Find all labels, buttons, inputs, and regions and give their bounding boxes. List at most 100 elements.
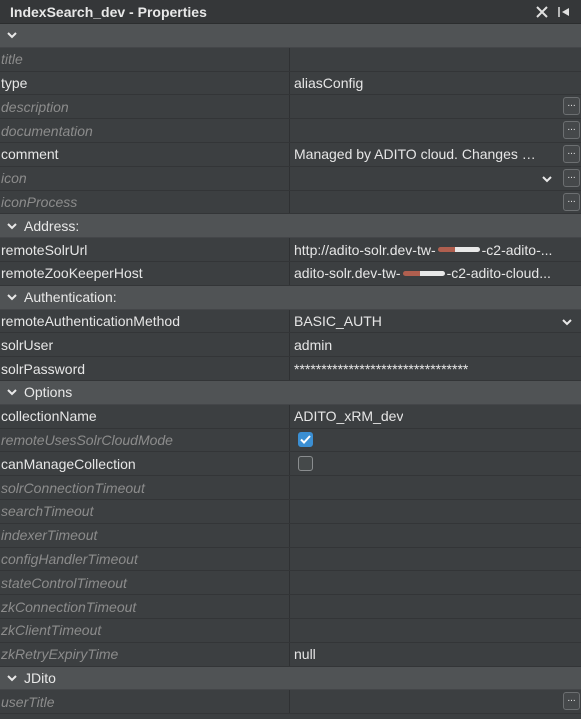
property-value[interactable]: ...	[290, 119, 581, 142]
close-icon[interactable]	[533, 3, 551, 21]
property-key: remoteUsesSolrCloudMode	[0, 428, 290, 452]
property-value[interactable]	[290, 548, 581, 571]
group-label: Options	[24, 384, 73, 401]
property-row-remoteusessolrcloudmode[interactable]: remoteUsesSolrCloudMode	[0, 428, 581, 453]
host-value: adito-solr.dev-tw- -c2-adito-cloud...	[294, 265, 551, 282]
property-row-zkconnectiontimeout[interactable]: zkConnectionTimeout	[0, 595, 581, 619]
property-value[interactable]: http://adito-solr.dev-tw- -c2-adito-...	[290, 238, 581, 261]
property-row-description[interactable]: description ...	[0, 95, 581, 120]
group-label: JDito	[24, 669, 56, 686]
property-key: indexerTimeout	[0, 523, 290, 547]
property-row-indexertimeout[interactable]: indexerTimeout	[0, 523, 581, 548]
property-value[interactable]: Managed by ADITO cloud. Changes will be …	[290, 143, 581, 166]
property-key: configHandlerTimeout	[0, 547, 290, 571]
chevron-down-icon[interactable]	[6, 290, 20, 304]
property-row-searchtimeout[interactable]: searchTimeout	[0, 499, 581, 524]
property-row-icon[interactable]: icon ...	[0, 166, 581, 191]
property-value[interactable]: ...	[290, 690, 581, 713]
auth-method-select[interactable]: BASIC_AUTH	[290, 310, 581, 333]
group-header-options[interactable]: Options	[0, 380, 581, 405]
property-value[interactable]: ...	[290, 191, 581, 214]
redacted-mark	[437, 247, 480, 253]
property-key: solrConnectionTimeout	[0, 476, 290, 499]
property-row-solruser[interactable]: solrUser admin	[0, 333, 581, 358]
ellipsis-button[interactable]: ...	[563, 168, 580, 187]
manage-collection-checkbox[interactable]	[298, 456, 313, 472]
property-row-zkclienttimeout[interactable]: zkClientTimeout	[0, 618, 581, 643]
group-header-address[interactable]: Address:	[0, 214, 581, 239]
property-key: collectionName	[0, 404, 290, 428]
property-row-documentation[interactable]: documentation ...	[0, 119, 581, 143]
property-value[interactable]: admin	[290, 333, 581, 356]
property-row-type[interactable]: type aliasConfig	[0, 71, 581, 96]
group-header-general[interactable]	[0, 24, 581, 48]
minimize-icon[interactable]	[555, 3, 573, 21]
property-key: solrUser	[0, 333, 290, 357]
url-value: http://adito-solr.dev-tw- -c2-adito-...	[294, 241, 553, 258]
group-label: Address:	[24, 217, 80, 234]
property-key: remoteZooKeeperHost	[0, 261, 290, 285]
property-value[interactable]	[290, 595, 581, 618]
property-key: remoteSolrUrl	[0, 238, 290, 261]
property-value[interactable]	[290, 48, 581, 71]
ellipsis-button[interactable]: ...	[563, 192, 580, 211]
ellipsis-button[interactable]: ...	[563, 121, 580, 140]
property-row-remotezookeeperhost[interactable]: remoteZooKeeperHost adito-solr.dev-tw- -…	[0, 261, 581, 286]
property-value[interactable]: ...	[290, 95, 581, 118]
chevron-down-icon[interactable]	[6, 385, 20, 399]
property-key: zkClientTimeout	[0, 618, 290, 642]
property-value[interactable]: aliasConfig	[290, 72, 581, 95]
property-value[interactable]: ...	[290, 167, 581, 190]
group-header-jdito[interactable]: JDito	[0, 666, 581, 691]
property-value[interactable]: adito-solr.dev-tw- -c2-adito-cloud...	[290, 262, 581, 285]
redacted-mark	[402, 270, 445, 276]
property-row-confighandlertimeout[interactable]: configHandlerTimeout	[0, 547, 581, 572]
property-key: iconProcess	[0, 190, 290, 214]
solrcloud-mode-checkbox[interactable]	[298, 432, 313, 448]
property-row-title[interactable]: title	[0, 47, 581, 72]
property-key: documentation	[0, 119, 290, 142]
property-row-canmanagecollection[interactable]: canManageCollection	[0, 452, 581, 477]
chevron-down-icon[interactable]	[6, 219, 20, 233]
property-key: icon	[0, 166, 290, 190]
property-key: title	[0, 47, 290, 71]
property-value	[290, 429, 581, 452]
ellipsis-button[interactable]: ...	[563, 97, 580, 116]
property-key: searchTimeout	[0, 499, 290, 523]
property-value[interactable]	[290, 500, 581, 523]
property-row-remotesolrurl[interactable]: remoteSolrUrl http://adito-solr.dev-tw- …	[0, 238, 581, 262]
property-key: type	[0, 71, 290, 95]
property-value[interactable]	[290, 524, 581, 547]
property-row-usertitle[interactable]: userTitle ...	[0, 690, 581, 715]
property-row-solrpassword[interactable]: solrPassword ***************************…	[0, 357, 581, 381]
property-value[interactable]	[290, 571, 581, 594]
property-key: solrPassword	[0, 357, 290, 380]
ellipsis-button[interactable]: ...	[563, 692, 580, 711]
group-label: Authentication:	[24, 289, 117, 306]
property-key: comment	[0, 142, 290, 166]
property-row-collectionname[interactable]: collectionName ADITO_xRM_dev	[0, 404, 581, 429]
property-key: description	[0, 95, 290, 119]
ellipsis-button[interactable]: ...	[563, 144, 580, 163]
chevron-down-icon[interactable]	[561, 315, 573, 327]
property-row-zkretryexpirytime[interactable]: zkRetryExpiryTime null	[0, 642, 581, 667]
group-header-authentication[interactable]: Authentication:	[0, 285, 581, 310]
property-value	[290, 452, 581, 475]
property-value[interactable]	[290, 476, 581, 499]
property-value[interactable]: null	[290, 643, 581, 666]
property-key: userTitle	[0, 690, 290, 714]
property-key: stateControlTimeout	[0, 571, 290, 595]
property-row-statecontroltimeout[interactable]: stateControlTimeout	[0, 571, 581, 596]
property-row-solrconnectiontimeout[interactable]: solrConnectionTimeout	[0, 476, 581, 500]
chevron-down-icon[interactable]	[6, 671, 20, 685]
property-row-iconprocess[interactable]: iconProcess ...	[0, 190, 581, 215]
password-field[interactable]: ********************************	[290, 357, 581, 380]
property-value[interactable]: ADITO_xRM_dev	[290, 405, 581, 428]
property-row-remoteauthenticationmethod[interactable]: remoteAuthenticationMethod BASIC_AUTH	[0, 309, 581, 334]
property-row-comment[interactable]: comment Managed by ADITO cloud. Changes …	[0, 142, 581, 167]
properties-titlebar: IndexSearch_dev - Properties	[0, 0, 581, 24]
property-value[interactable]	[290, 619, 581, 642]
property-key: canManageCollection	[0, 452, 290, 476]
chevron-down-icon[interactable]	[541, 172, 553, 184]
chevron-down-icon[interactable]	[6, 28, 20, 42]
